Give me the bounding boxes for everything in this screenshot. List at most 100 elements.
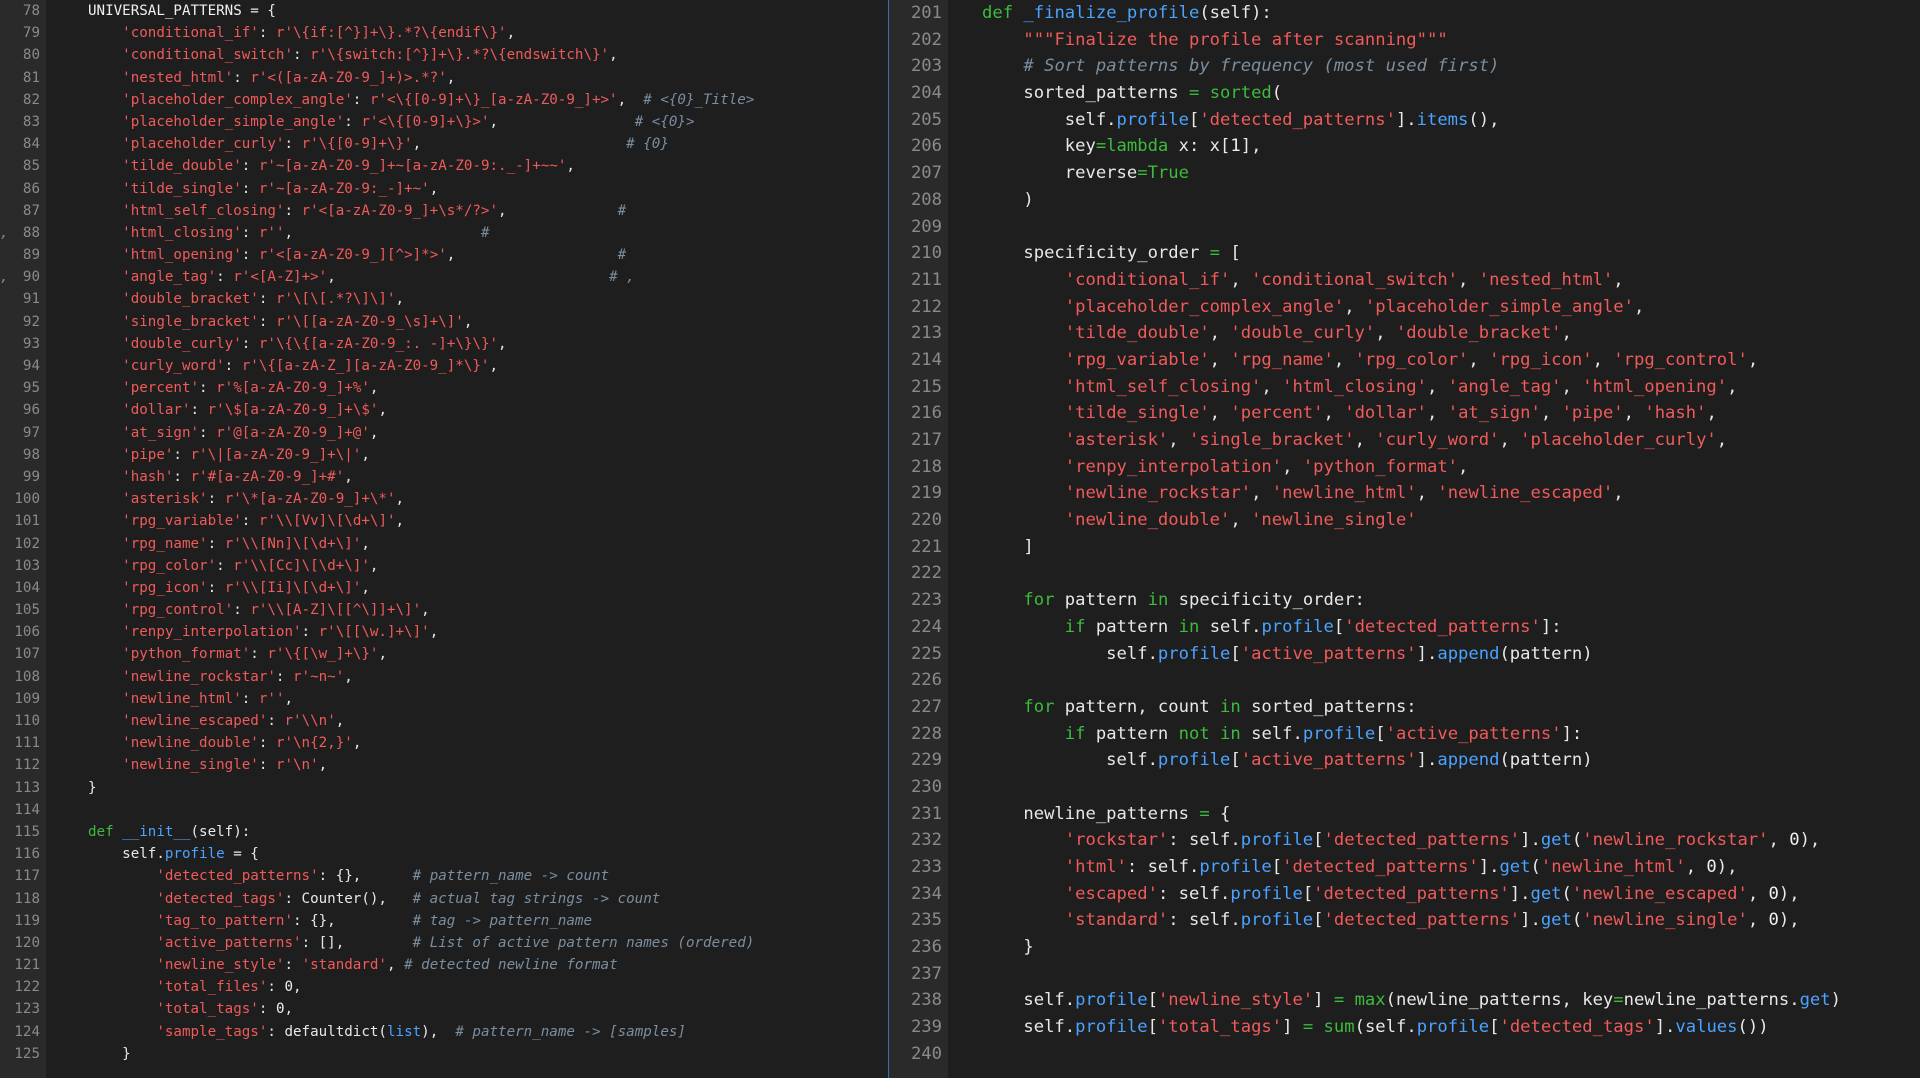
code-line[interactable]: 224 if pattern in self.profile['detected… bbox=[892, 614, 1920, 641]
code-text: 'newline_rockstar', 'newline_html', 'new… bbox=[1064, 483, 1624, 504]
code-line[interactable]: 221 ] bbox=[892, 534, 1920, 561]
code-line[interactable]: 207 reverse=True bbox=[892, 160, 1920, 187]
code-line[interactable]: 225 self.profile['active_patterns'].appe… bbox=[892, 641, 1920, 668]
code-line[interactable]: 229 self.profile['active_patterns'].appe… bbox=[892, 747, 1920, 774]
code-line[interactable]: 99 'hash': r'#[a-zA-Z0-9_]+#', bbox=[0, 466, 888, 488]
code-line[interactable]: 97 'at_sign': r'@[a-zA-Z0-9_]+@', bbox=[0, 422, 888, 444]
code-line[interactable]: 240 bbox=[892, 1041, 1920, 1068]
code-line[interactable]: 123 'total_tags': 0, bbox=[0, 998, 888, 1020]
code-line[interactable]: 125 } bbox=[0, 1043, 888, 1065]
code-line[interactable]: 82 'placeholder_complex_angle': r'<\{[0-… bbox=[0, 89, 888, 111]
code-line[interactable]: 232 'rockstar': self.profile['detected_p… bbox=[892, 827, 1920, 854]
code-line[interactable]: 228 if pattern not in self.profile['acti… bbox=[892, 721, 1920, 748]
code-line[interactable]: 122 'total_files': 0, bbox=[0, 976, 888, 998]
code-line[interactable]: 110 'newline_escaped': r'\\n', bbox=[0, 710, 888, 732]
code-line[interactable]: 213 'tilde_double', 'double_curly', 'dou… bbox=[892, 320, 1920, 347]
code-line[interactable]: 205 self.profile['detected_patterns'].it… bbox=[892, 107, 1920, 134]
code-line[interactable]: 235 'standard': self.profile['detected_p… bbox=[892, 907, 1920, 934]
code-line[interactable]: 84 'placeholder_curly': r'\{[0-9]+\}', #… bbox=[0, 133, 888, 155]
code-line[interactable]: 88 'html_closing': r'', # bbox=[0, 222, 888, 244]
code-line[interactable]: 209 bbox=[892, 214, 1920, 241]
code-line[interactable]: 230 bbox=[892, 774, 1920, 801]
line-number: 102 bbox=[14, 535, 40, 552]
code-line[interactable]: 203 # Sort patterns by frequency (most u… bbox=[892, 53, 1920, 80]
code-line[interactable]: 92 'single_bracket': r'\[[a-zA-Z0-9_\s]+… bbox=[0, 311, 888, 333]
code-line[interactable]: 90 'angle_tag': r'<[A-Z]+>', # , bbox=[0, 266, 888, 288]
code-line[interactable]: 95 'percent': r'%[a-zA-Z0-9_]+%', bbox=[0, 377, 888, 399]
code-line[interactable]: 83 'placeholder_simple_angle': r'<\{[0-9… bbox=[0, 111, 888, 133]
code-line[interactable]: 222 bbox=[892, 560, 1920, 587]
code-line[interactable]: 219 'newline_rockstar', 'newline_html', … bbox=[892, 480, 1920, 507]
code-line[interactable]: 91 'double_bracket': r'\[\[.*?\]\]', bbox=[0, 288, 888, 310]
code-line[interactable]: 208 ) bbox=[892, 187, 1920, 214]
code-line[interactable]: 93 'double_curly': r'\{\{[a-zA-Z0-9_:. -… bbox=[0, 333, 888, 355]
code-line[interactable]: 103 'rpg_color': r'\\[Cc]\[\d+\]', bbox=[0, 555, 888, 577]
code-line[interactable]: 239 self.profile['total_tags'] = sum(sel… bbox=[892, 1014, 1920, 1041]
code-line[interactable]: 86 'tilde_single': r'~[a-zA-Z0-9:_-]+~', bbox=[0, 178, 888, 200]
code-line[interactable]: 223 for pattern in specificity_order: bbox=[892, 587, 1920, 614]
code-line[interactable]: 112 'newline_single': r'\n', bbox=[0, 754, 888, 776]
code-line[interactable]: 85 'tilde_double': r'~[a-zA-Z0-9_]+~[a-z… bbox=[0, 155, 888, 177]
line-number: 205 bbox=[910, 109, 942, 130]
code-line[interactable]: 121 'newline_style': 'standard', # detec… bbox=[0, 954, 888, 976]
code-line[interactable]: 87 'html_self_closing': r'<[a-zA-Z0-9_]+… bbox=[0, 200, 888, 241]
line-number: 202 bbox=[910, 29, 942, 50]
code-line[interactable]: 212 'placeholder_complex_angle', 'placeh… bbox=[892, 294, 1920, 321]
code-line[interactable]: 100 'asterisk': r'\*[a-zA-Z0-9_]+\*', bbox=[0, 488, 888, 510]
code-line[interactable]: 81 'nested_html': r'<([a-zA-Z0-9_]+)>.*?… bbox=[0, 67, 888, 89]
code-line[interactable]: 102 'rpg_name': r'\\[Nn]\[\d+\]', bbox=[0, 533, 888, 555]
code-line[interactable]: 80 'conditional_switch': r'\{switch:[^}]… bbox=[0, 44, 888, 66]
code-line[interactable]: 79 'conditional_if': r'\{if:[^}]+\}.*?\{… bbox=[0, 22, 888, 44]
left-editor-pane[interactable]: 78 UNIVERSAL_PATTERNS = {79 'conditional_… bbox=[0, 0, 888, 1078]
code-line[interactable]: 216 'tilde_single', 'percent', 'dollar',… bbox=[892, 400, 1920, 427]
code-line[interactable]: 231 newline_patterns = { bbox=[892, 801, 1920, 828]
code-line[interactable]: 115 def __init__(self): bbox=[0, 821, 888, 843]
code-line[interactable]: 217 'asterisk', 'single_bracket', 'curly… bbox=[892, 427, 1920, 454]
code-line[interactable]: 215 'html_self_closing', 'html_closing',… bbox=[892, 374, 1920, 401]
code-line[interactable]: 201 def _finalize_profile(self): bbox=[892, 0, 1920, 27]
code-line[interactable]: 236 } bbox=[892, 934, 1920, 961]
code-line[interactable]: 227 for pattern, count in sorted_pattern… bbox=[892, 694, 1920, 721]
code-line[interactable]: 94 'curly_word': r'\{[a-zA-Z_][a-zA-Z0-9… bbox=[0, 355, 888, 377]
code-line[interactable]: 120 'active_patterns': [], # List of act… bbox=[0, 932, 888, 954]
code-line[interactable]: 119 'tag_to_pattern': {}, # tag -> patte… bbox=[0, 910, 888, 932]
code-line[interactable]: 114 bbox=[0, 799, 888, 821]
code-line[interactable]: 101 'rpg_variable': r'\\[Vv]\[\d+\]', bbox=[0, 510, 888, 532]
code-line[interactable]: 238 self.profile['newline_style'] = max(… bbox=[892, 987, 1920, 1014]
code-line[interactable]: 106 'renpy_interpolation': r'\[[\w.]+\]'… bbox=[0, 621, 888, 643]
code-line[interactable]: 226 bbox=[892, 667, 1920, 694]
code-line[interactable]: 108 'newline_rockstar': r'~n~', bbox=[0, 666, 888, 688]
code-lines[interactable]: 201 def _finalize_profile(self): 202 """Fi… bbox=[892, 0, 1920, 1068]
code-line[interactable]: 234 'escaped': self.profile['detected_pa… bbox=[892, 881, 1920, 908]
code-lines[interactable]: 78 UNIVERSAL_PATTERNS = {79 'conditional_… bbox=[0, 0, 888, 1065]
code-line[interactable]: 220 'newline_double', 'newline_single' bbox=[892, 507, 1920, 534]
right-editor-pane[interactable]: 201 def _finalize_profile(self): 202 """Fi… bbox=[892, 0, 1920, 1078]
code-line[interactable]: 204 sorted_patterns = sorted( bbox=[892, 80, 1920, 107]
code-line[interactable]: 210 specificity_order = [ bbox=[892, 240, 1920, 267]
code-line[interactable]: 98 'pipe': r'\|[a-zA-Z0-9_]+\|', bbox=[0, 444, 888, 466]
code-line[interactable]: 117 'detected_patterns': {}, # pattern_n… bbox=[0, 865, 888, 887]
code-text: 'newline_html': r'', bbox=[122, 690, 294, 707]
code-line[interactable]: 116 self.profile = { bbox=[0, 843, 888, 865]
code-line[interactable]: 105 'rpg_control': r'\\[A-Z]\[[^\]]+\]', bbox=[0, 599, 888, 621]
code-text: 'detected_patterns': {}, # pattern_name … bbox=[156, 868, 610, 885]
code-line[interactable]: 89 'html_opening': r'<[a-zA-Z0-9_][^>]*>… bbox=[0, 244, 888, 285]
code-line[interactable]: 96 'dollar': r'\$[a-zA-Z0-9_]+\$', bbox=[0, 399, 888, 421]
code-line[interactable]: 206 key=lambda x: x[1], bbox=[892, 133, 1920, 160]
code-line[interactable]: 113} bbox=[0, 777, 888, 799]
code-line[interactable]: 78 UNIVERSAL_PATTERNS = { bbox=[0, 0, 888, 22]
code-line[interactable]: 233 'html': self.profile['detected_patte… bbox=[892, 854, 1920, 881]
code-line[interactable]: 237 bbox=[892, 961, 1920, 988]
code-line[interactable]: 104 'rpg_icon': r'\\[Ii]\[\d+\]', bbox=[0, 577, 888, 599]
code-line[interactable]: 107 'python_format': r'\{[\w_]+\}', bbox=[0, 643, 888, 665]
code-line[interactable]: 111 'newline_double': r'\n{2,}', bbox=[0, 732, 888, 754]
code-line[interactable]: 214 'rpg_variable', 'rpg_name', 'rpg_col… bbox=[892, 347, 1920, 374]
code-line[interactable]: 118 'detected_tags': Counter(), # actual… bbox=[0, 888, 888, 910]
code-line[interactable]: 124 'sample_tags': defaultdict(list), # … bbox=[0, 1021, 888, 1043]
code-line[interactable]: 202 """Finalize the profile after scanni… bbox=[892, 27, 1920, 54]
code-line[interactable]: 218 'renpy_interpolation', 'python_forma… bbox=[892, 454, 1920, 481]
line-number: 117 bbox=[14, 868, 40, 885]
code-text: sorted_patterns = sorted( bbox=[982, 83, 1283, 104]
code-line[interactable]: 109 'newline_html': r'', bbox=[0, 688, 888, 710]
code-line[interactable]: 211 'conditional_if', 'conditional_switc… bbox=[892, 267, 1920, 294]
